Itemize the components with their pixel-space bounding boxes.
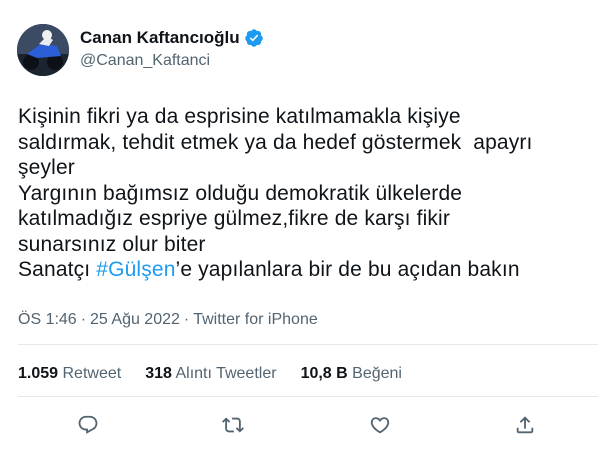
tweet-source[interactable]: Twitter for iPhone xyxy=(193,311,318,329)
reply-button[interactable] xyxy=(75,412,101,438)
like-button[interactable] xyxy=(367,412,393,438)
retweet-button[interactable] xyxy=(220,412,246,438)
avatar-image xyxy=(17,24,69,76)
author-handle[interactable]: @Canan_Kaftanci xyxy=(80,52,210,70)
tweet-text-line: saldırmak, tehdit etmek ya da hedef göst… xyxy=(18,130,608,156)
hashtag-link[interactable]: #Gülşen xyxy=(96,258,175,281)
tweet-stats: 1.059 Retweet 318 Alıntı Tweetler 10,8 B… xyxy=(18,365,426,383)
tweet-text-segment: saldırmak, tehdit etmek ya da hedef göst… xyxy=(18,130,533,154)
retweet-icon xyxy=(222,417,244,433)
verified-badge-icon xyxy=(244,29,263,47)
retweets-label: Retweet xyxy=(62,365,122,382)
tweet-text-segment: Sanatçı xyxy=(18,258,97,281)
tweet-text-line: Kişinin fikri ya da esprisine katılmamak… xyxy=(18,104,608,130)
quotes-count: 318 xyxy=(145,365,172,382)
meta-separator: · xyxy=(80,311,87,328)
tweet-text-line: Yargının bağımsız olduğu demokratik ülke… xyxy=(18,181,608,207)
tweet-date[interactable]: 25 Ağu 2022 xyxy=(90,311,180,329)
author-name-line[interactable]: Canan Kaftancıoğlu xyxy=(80,28,264,48)
retweets-count: 1.059 xyxy=(18,365,59,382)
reply-icon xyxy=(78,415,98,434)
tweet-text-segment: sunarsınız olur biter xyxy=(18,232,206,256)
tweet-text-segment: katılmadığız espriye gülmez,fikre de kar… xyxy=(18,207,451,230)
tweet-text-line: şeyler xyxy=(18,155,608,181)
tweet-text-segment: ’e yapılanlara bir de bu açıdan bakın xyxy=(175,258,520,281)
quotes-stat[interactable]: 318 Alıntı Tweetler xyxy=(145,365,276,383)
likes-count: 10,8 B xyxy=(300,365,348,382)
retweets-stat[interactable]: 1.059 Retweet xyxy=(18,365,121,383)
heart-icon xyxy=(370,417,390,434)
tweet-text-line: sunarsınız olur biter xyxy=(18,232,608,258)
tweet-text-segment: Yargının bağımsız olduğu demokratik ülke… xyxy=(18,181,463,205)
quotes-label: Alıntı Tweetler xyxy=(175,365,277,382)
share-button[interactable] xyxy=(512,412,538,438)
tweet-text-line: Sanatçı #Gülşen’e yapılanlara bir de bu … xyxy=(18,257,608,283)
divider xyxy=(18,396,598,397)
author-display-name[interactable]: Canan Kaftancıoğlu xyxy=(80,28,240,48)
tweet-text-segment: şeyler xyxy=(18,156,75,179)
tweet-text-line: katılmadığız espriye gülmez,fikre de kar… xyxy=(18,206,608,232)
likes-label: Beğeni xyxy=(352,365,402,382)
tweet-time[interactable]: ÖS 1:46 xyxy=(18,311,77,329)
tweet-text: Kişinin fikri ya da esprisine katılmamak… xyxy=(18,104,608,283)
avatar[interactable] xyxy=(17,24,69,76)
meta-separator: · xyxy=(183,311,190,328)
tweet-meta: ÖS 1:46 · 25 Ağu 2022 · Twitter for iPho… xyxy=(18,311,318,329)
tweet-actions xyxy=(0,412,616,440)
tweet-text-segment: Kişinin fikri ya da esprisine katılmamak… xyxy=(18,105,461,128)
likes-stat[interactable]: 10,8 B Beğeni xyxy=(301,365,402,383)
share-icon xyxy=(516,416,534,434)
divider xyxy=(18,344,598,345)
